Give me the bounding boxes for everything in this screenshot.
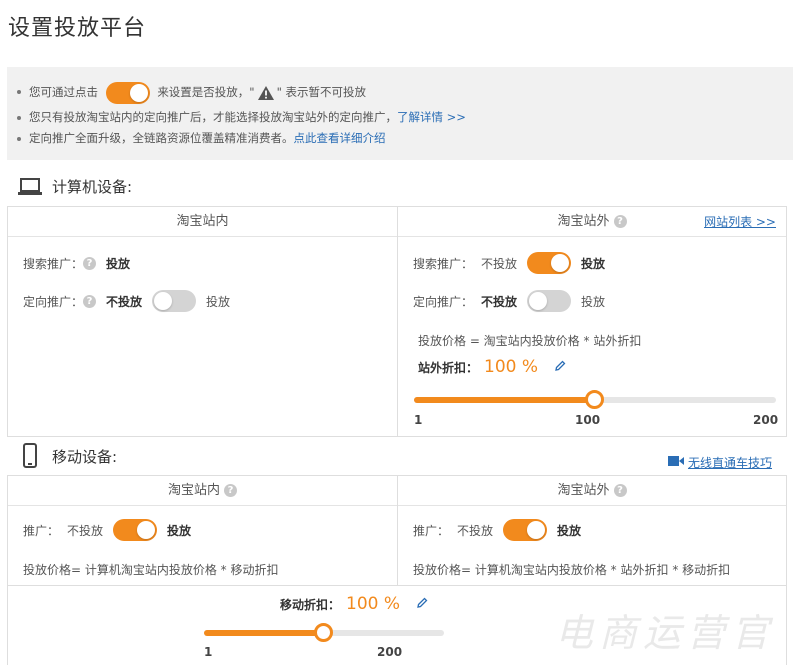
column-header: 淘宝站外? — [398, 476, 786, 506]
target-promo-row: 定向推广： 不投放 投放 — [413, 290, 605, 312]
row-label: 推广： — [23, 523, 60, 538]
outside-discount-slider[interactable] — [414, 389, 776, 409]
link-label: 无线直通车技巧 — [687, 456, 772, 470]
price-formula: 投放价格= 计算机淘宝站内投放价格 * 站外折扣 * 移动折扣 — [413, 561, 730, 578]
promo-row: 推广： 不投放 投放 — [23, 519, 191, 541]
notice-box: 您可通过点击 来设置是否投放，" " 表示暂不可投放 您只有投放淘宝站内的定向推广… — [7, 67, 793, 160]
discount-value: 100 % — [484, 357, 539, 377]
state-on-label: 投放 — [206, 294, 231, 309]
search-promo-row: 搜索推广： 不投放 投放 — [413, 252, 605, 274]
slider-fill — [414, 397, 595, 403]
mobile-inside-toggle[interactable] — [113, 519, 158, 541]
discount-value: 100 % — [346, 594, 401, 614]
target-promo-toggle[interactable] — [527, 290, 572, 312]
formula-text: 投放价格= 计算机淘宝站内投放价格 * 移动折扣 — [23, 563, 279, 577]
learn-more-link[interactable]: 了解详情 >> — [397, 110, 466, 124]
help-icon[interactable]: ? — [613, 484, 627, 497]
state-off-label: 不投放 — [457, 523, 494, 538]
column-header-label: 淘宝站外 — [557, 214, 610, 229]
formula-text: 投放价格= 计算机淘宝站内投放价格 * 站外折扣 * 移动折扣 — [413, 563, 731, 577]
discount-label: 站外折扣： — [418, 360, 479, 375]
slider-thumb[interactable] — [314, 623, 334, 642]
section-title: 移动设备: — [52, 447, 118, 466]
column-header: 淘宝站外? 网站列表 >> — [398, 207, 786, 237]
slider-fill — [204, 630, 324, 636]
promo-row: 推广： 不投放 投放 — [413, 519, 581, 541]
discount-label: 移动折扣： — [280, 597, 341, 612]
slider-thumb[interactable] — [585, 390, 605, 409]
notice-item-target: 您只有投放淘宝站内的定向推广后，才能选择投放淘宝站外的定向推广，了解详情 >> — [17, 107, 793, 128]
search-promo-row: 搜索推广： ? 投放 — [23, 255, 130, 272]
formula-text: 投放价格 = 淘宝站内投放价格 * 站外折扣 — [418, 334, 642, 348]
target-promo-row: 定向推广： ? 不投放 投放 — [23, 290, 230, 312]
target-promo-toggle[interactable] — [152, 290, 197, 312]
mobile-phone-icon — [18, 443, 42, 469]
notice-text: " 表示暂不可投放 — [276, 85, 367, 99]
section-title: 计算机设备: — [52, 178, 133, 196]
column-header-label: 淘宝站内 — [167, 483, 220, 498]
state-on-label: 投放 — [581, 256, 606, 271]
site-list-link[interactable]: 网站列表 >> — [704, 207, 776, 237]
page-title: 设置投放平台 — [8, 16, 147, 41]
mobile-outside-toggle[interactable] — [503, 519, 548, 541]
row-label: 推广： — [413, 523, 450, 538]
mobile-panel: 淘宝站内? 推广： 不投放 投放 投放价格= 计算机淘宝站内投放价格 * 移动折… — [7, 475, 787, 586]
help-icon[interactable]: ? — [613, 215, 627, 228]
slider-min-label: 1 — [204, 645, 213, 659]
slider-max-label: 200 — [377, 645, 403, 659]
computer-panel: 淘宝站内 搜索推广： ? 投放 定向推广： ? 不投放 投放 淘宝站外? 网站列… — [7, 206, 787, 437]
state-off-label: 不投放 — [481, 294, 518, 309]
price-formula: 投放价格 = 淘宝站内投放价格 * 站外折扣 — [418, 332, 641, 349]
mobile-section-heading: 移动设备: — [18, 443, 117, 469]
row-label: 定向推广： — [413, 294, 474, 309]
notice-text: 定向推广全面升级，全链路资源位覆盖精准消费者。 — [29, 131, 294, 145]
notice-text: 您可通过点击 — [29, 85, 98, 99]
warning-icon — [257, 85, 275, 101]
laptop-icon — [18, 177, 42, 197]
state-on-label: 投放 — [581, 294, 606, 309]
help-icon[interactable]: ? — [83, 257, 97, 270]
mobile-discount-row: 移动折扣： 100 % — [280, 594, 428, 614]
row-label: 定向推广： — [23, 294, 84, 309]
discount-row: 站外折扣： 100 % — [418, 357, 566, 377]
help-icon[interactable]: ? — [83, 294, 97, 308]
mobile-inside-col: 淘宝站内? 推广： 不投放 投放 投放价格= 计算机淘宝站内投放价格 * 移动折… — [8, 476, 397, 585]
notice-item-toggle-hint: 您可通过点击 来设置是否投放，" " 表示暂不可投放 — [17, 77, 793, 107]
computer-section-heading: 计算机设备: — [18, 176, 132, 197]
sample-toggle — [105, 81, 150, 104]
notice-text: 您只有投放淘宝站内的定向推广后，才能选择投放淘宝站外的定向推广， — [29, 110, 397, 124]
search-promo-toggle[interactable] — [527, 252, 572, 274]
column-header: 淘宝站内 — [8, 207, 397, 237]
help-icon[interactable]: ? — [224, 484, 237, 497]
notice-text: 来设置是否投放，" — [157, 85, 255, 99]
slider-mid-label: 100 — [575, 413, 601, 427]
column-header-label: 淘宝站内 — [176, 214, 229, 229]
slider-min-label: 1 — [414, 413, 423, 427]
state-label: 投放 — [106, 257, 131, 271]
video-icon — [667, 455, 684, 470]
state-on-label: 投放 — [167, 523, 192, 538]
watermark: 电商运营官 — [554, 611, 775, 655]
row-label: 搜索推广： — [23, 257, 84, 271]
state-off-label: 不投放 — [67, 523, 104, 538]
notice-item-upgrade: 定向推广全面升级，全链路资源位覆盖精准消费者。点此查看详细介绍 — [17, 128, 793, 149]
row-label: 搜索推广： — [413, 256, 474, 271]
state-off-label: 不投放 — [106, 294, 143, 309]
mobile-outside-col: 淘宝站外? 推广： 不投放 投放 投放价格= 计算机淘宝站内投放价格 * 站外折… — [398, 476, 786, 585]
price-formula: 投放价格= 计算机淘宝站内投放价格 * 移动折扣 — [23, 561, 279, 578]
slider-max-label: 200 — [753, 413, 779, 427]
state-off-label: 不投放 — [481, 256, 518, 271]
pencil-icon[interactable] — [554, 360, 566, 375]
computer-inside-col: 淘宝站内 搜索推广： ? 投放 定向推广： ? 不投放 投放 — [8, 207, 397, 436]
state-on-label: 投放 — [557, 523, 582, 538]
wireless-tips-link[interactable]: 无线直通车技巧 — [667, 454, 772, 471]
view-intro-link[interactable]: 点此查看详细介绍 — [294, 131, 386, 145]
column-header-label: 淘宝站外 — [557, 483, 610, 498]
computer-outside-col: 淘宝站外? 网站列表 >> 搜索推广： 不投放 投放 定向推广： 不投放 投放 … — [398, 207, 786, 436]
column-header: 淘宝站内? — [8, 476, 397, 506]
pencil-icon[interactable] — [416, 597, 428, 612]
mobile-discount-slider[interactable] — [204, 622, 444, 642]
